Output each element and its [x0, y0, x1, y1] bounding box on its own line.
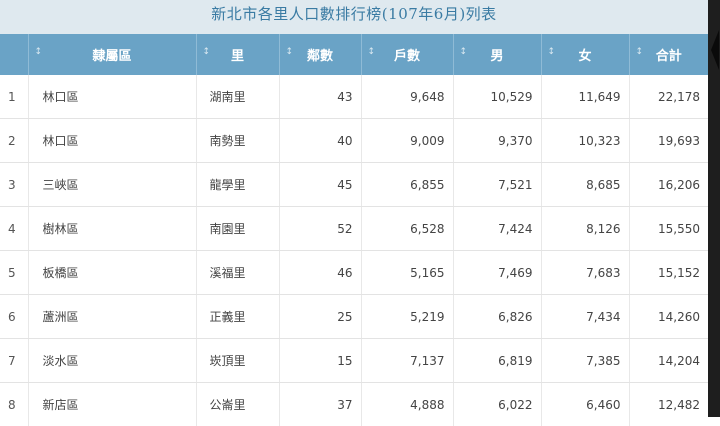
cell-male: 10,529 [453, 75, 541, 119]
table-row: 4樹林區南園里526,5287,4248,12615,550 [0, 207, 708, 251]
cell-male: 9,370 [453, 119, 541, 163]
sort-icon[interactable]: ↕ [368, 47, 376, 57]
cell-village: 公崙里 [196, 383, 279, 426]
cell-total: 19,693 [629, 119, 708, 163]
cell-female: 7,683 [541, 251, 629, 295]
cell-neighborhoods: 37 [279, 383, 361, 426]
cell-total: 14,204 [629, 339, 708, 383]
table-row: 8新店區公崙里374,8886,0226,46012,482 [0, 383, 708, 426]
table-row: 6蘆洲區正義里255,2196,8267,43414,260 [0, 295, 708, 339]
page-title: 新北市各里人口數排行榜(107年6月)列表 [211, 3, 496, 24]
cell-district: 板橋區 [28, 251, 196, 295]
cell-rank: 1 [0, 75, 28, 119]
cell-village: 龍學里 [196, 163, 279, 207]
cell-neighborhoods: 15 [279, 339, 361, 383]
cell-male: 6,022 [453, 383, 541, 426]
cell-district: 林口區 [28, 119, 196, 163]
cell-female: 7,385 [541, 339, 629, 383]
sort-icon[interactable]: ↕ [548, 47, 556, 57]
cell-district: 蘆洲區 [28, 295, 196, 339]
sort-icon[interactable]: ↕ [35, 47, 43, 57]
table-row: 3三峽區龍學里456,8557,5218,68516,206 [0, 163, 708, 207]
window-edge [708, 0, 720, 417]
cell-neighborhoods: 25 [279, 295, 361, 339]
cell-male: 6,819 [453, 339, 541, 383]
cell-male: 7,521 [453, 163, 541, 207]
cell-households: 4,888 [361, 383, 453, 426]
scroll-handle-icon[interactable] [711, 30, 719, 70]
cell-total: 15,550 [629, 207, 708, 251]
cell-total: 22,178 [629, 75, 708, 119]
table-title-bar: 新北市各里人口數排行榜(107年6月)列表 [0, 0, 708, 34]
cell-total: 14,260 [629, 295, 708, 339]
cell-village: 南園里 [196, 207, 279, 251]
cell-neighborhoods: 40 [279, 119, 361, 163]
cell-female: 7,434 [541, 295, 629, 339]
column-header-neighborhoods[interactable]: ↕鄰數 [279, 34, 361, 75]
sort-icon[interactable]: ↕ [203, 47, 211, 57]
column-header-households[interactable]: ↕戶數 [361, 34, 453, 75]
cell-district: 樹林區 [28, 207, 196, 251]
cell-female: 8,685 [541, 163, 629, 207]
cell-rank: 4 [0, 207, 28, 251]
sort-icon[interactable]: ↕ [286, 47, 294, 57]
cell-total: 12,482 [629, 383, 708, 426]
cell-village: 湖南里 [196, 75, 279, 119]
column-header-total[interactable]: ↕合計 [629, 34, 708, 75]
cell-rank: 6 [0, 295, 28, 339]
cell-households: 6,855 [361, 163, 453, 207]
cell-households: 9,009 [361, 119, 453, 163]
cell-district: 三峽區 [28, 163, 196, 207]
cell-district: 淡水區 [28, 339, 196, 383]
cell-rank: 8 [0, 383, 28, 426]
cell-male: 7,424 [453, 207, 541, 251]
cell-village: 南勢里 [196, 119, 279, 163]
cell-female: 6,460 [541, 383, 629, 426]
cell-neighborhoods: 52 [279, 207, 361, 251]
population-table: ↕隸屬區 ↕里 ↕鄰數 ↕戶數 ↕男 ↕女 ↕合計 1林口區湖南里439,648… [0, 34, 708, 426]
cell-households: 6,528 [361, 207, 453, 251]
column-header-female[interactable]: ↕女 [541, 34, 629, 75]
cell-district: 新店區 [28, 383, 196, 426]
cell-male: 6,826 [453, 295, 541, 339]
cell-rank: 5 [0, 251, 28, 295]
cell-rank: 2 [0, 119, 28, 163]
table-header-row: ↕隸屬區 ↕里 ↕鄰數 ↕戶數 ↕男 ↕女 ↕合計 [0, 34, 708, 75]
cell-households: 5,165 [361, 251, 453, 295]
table-row: 5板橋區溪福里465,1657,4697,68315,152 [0, 251, 708, 295]
column-header-village[interactable]: ↕里 [196, 34, 279, 75]
cell-neighborhoods: 43 [279, 75, 361, 119]
cell-female: 10,323 [541, 119, 629, 163]
cell-households: 5,219 [361, 295, 453, 339]
column-header-male[interactable]: ↕男 [453, 34, 541, 75]
cell-neighborhoods: 46 [279, 251, 361, 295]
cell-households: 7,137 [361, 339, 453, 383]
cell-female: 8,126 [541, 207, 629, 251]
cell-village: 溪福里 [196, 251, 279, 295]
table-row: 1林口區湖南里439,64810,52911,64922,178 [0, 75, 708, 119]
column-header-rank [0, 34, 28, 75]
cell-male: 7,469 [453, 251, 541, 295]
sort-icon[interactable]: ↕ [636, 47, 644, 57]
cell-district: 林口區 [28, 75, 196, 119]
cell-total: 15,152 [629, 251, 708, 295]
cell-rank: 7 [0, 339, 28, 383]
cell-total: 16,206 [629, 163, 708, 207]
table-row: 2林口區南勢里409,0099,37010,32319,693 [0, 119, 708, 163]
column-header-district[interactable]: ↕隸屬區 [28, 34, 196, 75]
table-row: 7淡水區崁頂里157,1376,8197,38514,204 [0, 339, 708, 383]
cell-village: 正義里 [196, 295, 279, 339]
cell-neighborhoods: 45 [279, 163, 361, 207]
cell-female: 11,649 [541, 75, 629, 119]
cell-village: 崁頂里 [196, 339, 279, 383]
cell-households: 9,648 [361, 75, 453, 119]
cell-rank: 3 [0, 163, 28, 207]
sort-icon[interactable]: ↕ [460, 47, 468, 57]
